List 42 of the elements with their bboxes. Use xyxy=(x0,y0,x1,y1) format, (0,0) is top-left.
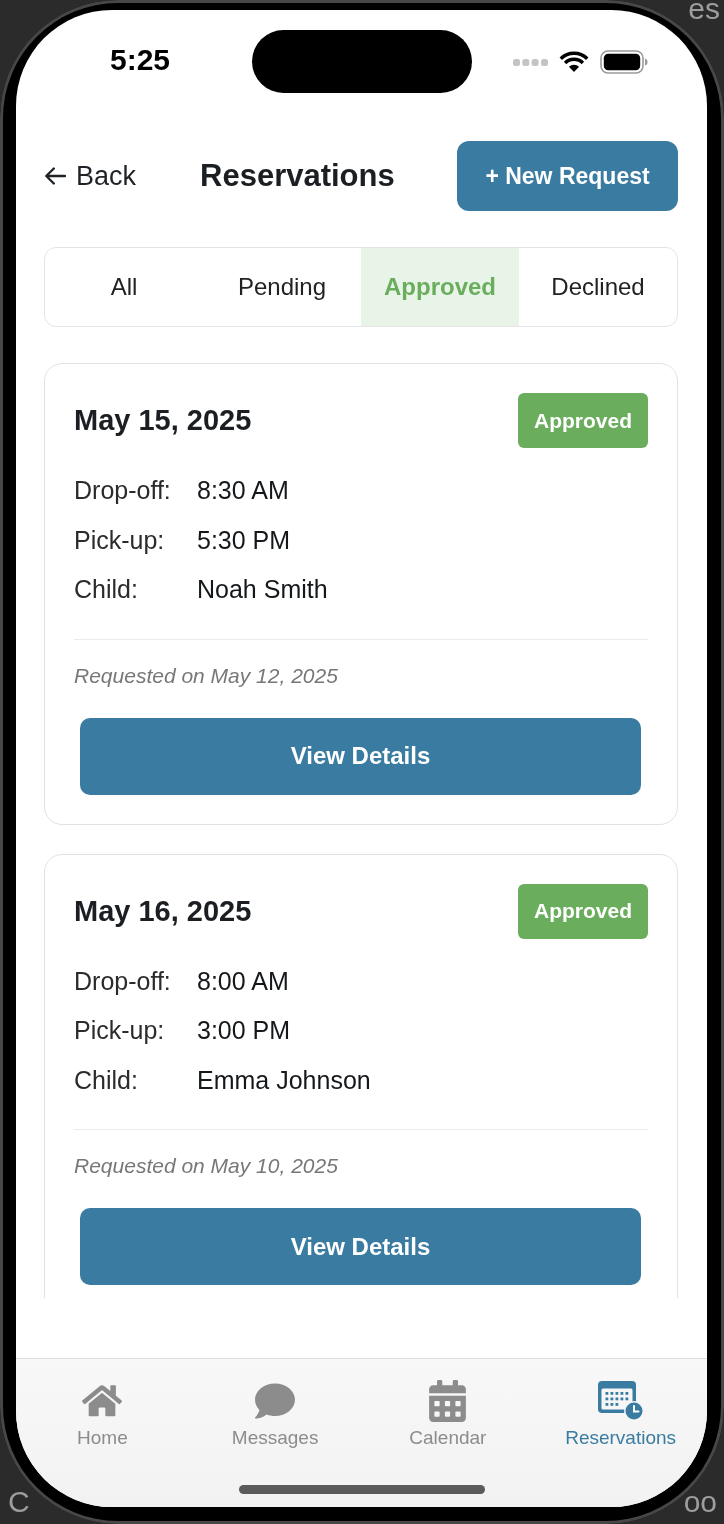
filter-tab[interactable]: Declined xyxy=(519,248,677,326)
reservation-date: May 15, 2025 xyxy=(74,404,252,437)
background-text: oo xyxy=(683,1487,717,1517)
field-value: 8:30 AM xyxy=(197,476,290,506)
battery-icon xyxy=(600,50,648,74)
filter-tab[interactable]: Pending xyxy=(203,248,361,326)
signal-dots-icon xyxy=(513,58,548,66)
reservation-date: May 16, 2025 xyxy=(74,894,252,928)
new-request-button[interactable]: + New Request xyxy=(457,141,678,211)
requested-date: Requested on May 12, 2025 xyxy=(74,662,339,689)
tab-bar-item[interactable]: Reservations xyxy=(534,1380,707,1449)
field-label: Pick-up: xyxy=(74,1016,166,1046)
tab-bar-item[interactable]: Calendar xyxy=(361,1380,535,1449)
tab-bar-item[interactable]: Messages xyxy=(188,1380,362,1449)
view-details-button[interactable]: View Details xyxy=(80,717,641,795)
field-label: Drop-off: xyxy=(74,966,172,996)
view-details-button[interactable]: View Details xyxy=(80,1208,641,1285)
tab-bar-item[interactable]: Home xyxy=(16,1380,189,1449)
field-value: Emma Johnson xyxy=(197,1065,372,1095)
wifi-icon xyxy=(559,51,589,73)
field-label: Child: xyxy=(74,575,139,605)
calendar-icon xyxy=(429,1380,467,1422)
field-value: 5:30 PM xyxy=(197,525,292,555)
field-value: Noah Smith xyxy=(197,575,329,605)
field-label: Child: xyxy=(74,1065,139,1095)
field-label: Pick-up: xyxy=(74,525,166,555)
field-value: 8:00 AM xyxy=(197,966,290,996)
filter-tab[interactable]: Approved xyxy=(361,248,519,326)
background-text: es xyxy=(688,0,720,18)
field-label: Drop-off: xyxy=(74,476,172,506)
calendar-clock-icon xyxy=(597,1381,644,1421)
status-badge: Approved xyxy=(518,883,648,939)
requested-date: Requested on May 10, 2025 xyxy=(74,1153,339,1179)
field-value: 3:00 PM xyxy=(197,1016,292,1046)
back-button[interactable]: Back xyxy=(44,160,137,192)
background-text: C xyxy=(8,1487,30,1517)
status-time: 5:25 xyxy=(110,44,171,76)
home-icon xyxy=(82,1383,123,1419)
status-badge: Approved xyxy=(518,393,648,448)
page-title: Reservations xyxy=(200,158,395,194)
filter-tab[interactable]: All xyxy=(45,248,203,326)
back-arrow-icon xyxy=(44,167,66,185)
